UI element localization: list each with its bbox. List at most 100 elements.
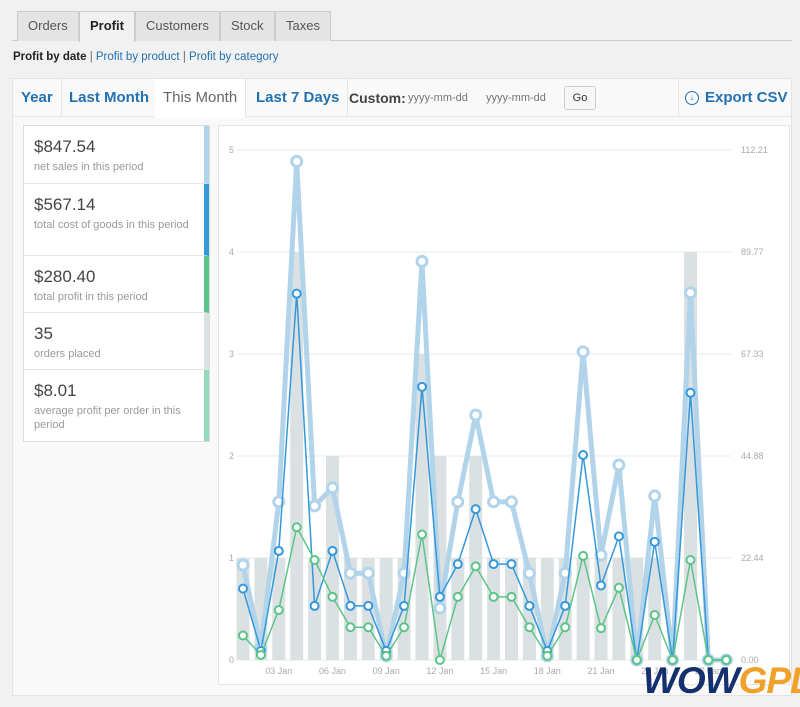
y-right-tick-label: 22.44 xyxy=(741,553,764,563)
x-tick-label: 21 Jan xyxy=(587,666,614,676)
point-profit xyxy=(649,610,660,621)
subnav-profit-by-product[interactable]: Profit by product xyxy=(96,51,180,63)
point-cost xyxy=(273,545,284,556)
point-profit xyxy=(631,655,642,665)
point-cost xyxy=(596,580,606,591)
tab-taxes[interactable]: Taxes xyxy=(275,11,331,41)
bar-orders xyxy=(415,354,429,660)
legend-cost-of-goods[interactable]: $567.14 total cost of goods in this perio… xyxy=(24,184,209,256)
wowgpl-logo: WOWGPL xyxy=(643,660,800,701)
x-tick-label: 06 Jan xyxy=(319,666,346,676)
point-profit xyxy=(524,622,535,633)
point-cost xyxy=(327,545,338,556)
point-cost xyxy=(345,600,356,611)
point-net_sales xyxy=(487,495,501,509)
y-left-tick-label: 2 xyxy=(229,451,234,461)
point-net_sales xyxy=(236,558,250,572)
point-net_sales xyxy=(469,408,483,422)
legend-profit[interactable]: $280.40 total profit in this period xyxy=(24,256,209,313)
y-left-tick-label: 5 xyxy=(229,145,234,155)
point-cost xyxy=(488,559,499,570)
legend-average-profit[interactable]: $8.01 average profit per order in this pe… xyxy=(24,370,209,441)
point-net_sales xyxy=(522,566,536,580)
range-last-month[interactable]: Last Month xyxy=(61,79,158,117)
point-profit xyxy=(381,650,392,661)
legend-value: $567.14 xyxy=(34,195,96,214)
subnav-profit-by-category[interactable]: Profit by category xyxy=(189,51,278,63)
go-button[interactable]: Go xyxy=(564,86,596,110)
y-right-tick-label: 44.88 xyxy=(741,451,764,461)
point-net_sales xyxy=(684,286,697,300)
point-profit xyxy=(560,622,571,633)
report-panel: Year Last Month This Month Last 7 Days C… xyxy=(12,78,792,696)
x-tick-label: 12 Jan xyxy=(426,666,453,676)
bar-orders xyxy=(487,558,501,660)
legend-value: $280.40 xyxy=(34,267,96,286)
point-cost xyxy=(506,559,517,570)
y-left-tick-label: 3 xyxy=(229,349,234,359)
point-cost xyxy=(560,600,571,611)
point-cost xyxy=(470,504,481,515)
point-cost xyxy=(524,600,535,611)
x-tick-label: 03 Jan xyxy=(265,666,292,676)
legend-label: orders placed xyxy=(34,348,101,360)
range-year[interactable]: Year xyxy=(13,79,62,117)
x-tick-label: 15 Jan xyxy=(480,666,507,676)
point-profit xyxy=(291,522,302,533)
point-profit xyxy=(613,582,624,593)
point-net_sales xyxy=(361,566,375,580)
point-profit xyxy=(578,550,589,561)
x-tick-label: 09 Jan xyxy=(373,666,400,676)
y-left-tick-label: 4 xyxy=(229,247,234,257)
point-profit xyxy=(470,561,481,572)
date-range-bar: Year Last Month This Month Last 7 Days C… xyxy=(13,79,791,118)
point-profit xyxy=(542,650,553,661)
legend-label: total cost of goods in this period xyxy=(34,219,189,231)
download-circle-icon: ↓ xyxy=(685,91,699,105)
custom-label: Custom: xyxy=(349,90,406,106)
date-to-input[interactable] xyxy=(486,91,558,105)
range-this-month[interactable]: This Month xyxy=(155,79,247,118)
legend-label: average profit per order in this period xyxy=(34,405,181,431)
point-profit xyxy=(273,605,284,616)
x-tick-label: 18 Jan xyxy=(534,666,561,676)
point-cost xyxy=(578,450,589,461)
tab-orders[interactable]: Orders xyxy=(17,11,79,41)
export-csv-button[interactable]: ↓ Export CSV xyxy=(685,79,788,117)
date-from-input[interactable] xyxy=(408,91,480,105)
point-cost xyxy=(649,536,660,547)
point-profit xyxy=(309,555,320,566)
point-net_sales xyxy=(505,495,518,509)
point-net_sales xyxy=(326,481,339,495)
legend-net-sales[interactable]: $847.54 net sales in this period xyxy=(24,126,209,184)
point-net_sales xyxy=(451,495,465,509)
sub-navigation: Profit by date | Profit by product | Pro… xyxy=(13,51,279,63)
point-net_sales xyxy=(415,254,429,268)
chart-legend: $847.54 net sales in this period $567.14 t… xyxy=(23,125,210,442)
point-profit xyxy=(417,529,427,540)
point-profit xyxy=(238,630,248,641)
point-profit xyxy=(685,555,696,566)
range-last-7-days[interactable]: Last 7 Days xyxy=(248,79,349,117)
legend-orders[interactable]: 35 orders placed xyxy=(24,313,209,370)
point-cost xyxy=(399,600,410,611)
legend-label: net sales in this period xyxy=(34,161,144,173)
tab-customers[interactable]: Customers xyxy=(135,11,220,41)
point-net_sales xyxy=(576,345,590,359)
point-profit xyxy=(506,591,517,602)
separator: | xyxy=(89,51,93,63)
legend-value: 35 xyxy=(34,324,53,343)
point-cost xyxy=(434,591,445,602)
y-right-tick-label: 112.21 xyxy=(741,145,768,155)
bar-orders xyxy=(290,252,304,660)
tab-profit[interactable]: Profit xyxy=(79,11,135,42)
y-left-tick-label: 0 xyxy=(229,655,234,665)
point-net_sales xyxy=(343,566,357,580)
point-profit xyxy=(488,591,499,602)
point-cost xyxy=(417,381,427,392)
tab-stock[interactable]: Stock xyxy=(220,11,275,41)
point-cost xyxy=(309,600,320,611)
point-net_sales xyxy=(433,601,447,615)
bar-orders xyxy=(469,456,483,660)
point-profit xyxy=(363,622,374,633)
